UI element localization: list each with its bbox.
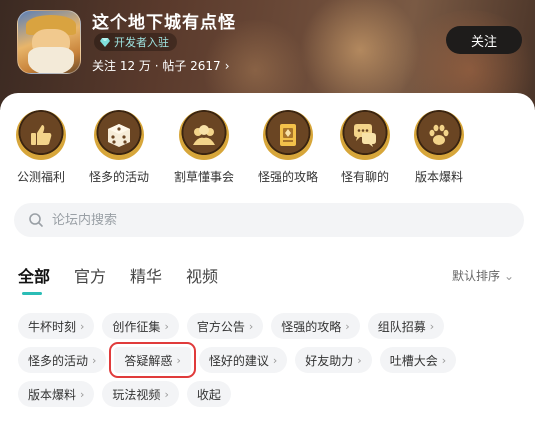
tag-label: 怪强的攻略 [281, 319, 342, 334]
tag-filter-list: 牛杯时刻 › 创作征集 › 官方公告 › 怪强的攻略 › 组队招募 › 怪多的活动 › 答疑… [18, 313, 528, 415]
chevron-right-icon: › [164, 319, 169, 333]
tag-chip[interactable]: 官方公告 › [186, 313, 264, 339]
category-label: 怪多的活动 [88, 170, 149, 184]
tag-label: 玩法视频 [112, 387, 161, 402]
chevron-right-icon: › [92, 353, 97, 367]
tag-label: 组队招募 [377, 319, 426, 334]
tab-video[interactable]: 视频 [186, 263, 218, 287]
paw-icon [429, 124, 449, 145]
tag-label: 好友助力 [305, 353, 354, 368]
tag-chip[interactable]: 怪强的攻略 › [271, 313, 360, 339]
chevron-right-icon: › [248, 319, 254, 333]
tag-chip[interactable]: 好友助力 › [295, 347, 372, 373]
category-row: 公测福利 怪多的活动 割草懂事会 怪强的攻略 怪有聊的 版本爆料 [0, 110, 535, 190]
thumbs-up-icon [31, 125, 52, 145]
tag-label: 版本爆料 [28, 387, 77, 402]
chevron-right-icon: › [429, 319, 435, 333]
sort-dropdown[interactable]: 默认排序 ⌄ [452, 267, 514, 284]
tag-label: 怪多的活动 [28, 353, 89, 368]
category-item-council[interactable]: 割草懂事会 [168, 110, 240, 185]
tab-all[interactable]: 全部 [18, 263, 50, 295]
tag-label: 答疑解惑 [124, 353, 173, 368]
chevron-right-icon: › [176, 353, 181, 367]
content-tabs: 全部 官方 精华 视频 [18, 263, 242, 295]
chevron-right-icon: › [441, 353, 447, 367]
game-title: 这个地下城有点怪 [92, 13, 236, 33]
chevron-right-icon: › [345, 319, 350, 333]
search-input[interactable] [52, 212, 472, 228]
chevron-right-icon: › [357, 353, 362, 367]
tag-row: 牛杯时刻 › 创作征集 › 官方公告 › 怪强的攻略 › 组队招募 › [18, 313, 528, 339]
tag-row: 版本爆料 › 玩法视频 › 收起 [18, 381, 528, 407]
category-label: 怪强的攻略 [257, 170, 318, 184]
forum-stats[interactable]: 关注 12 万 · 帖子 2617 › [92, 57, 230, 74]
tag-chip[interactable]: 牛杯时刻 › [18, 313, 95, 339]
search-icon [29, 213, 43, 227]
tag-label: 怪好的建议 [208, 353, 269, 368]
tag-label: 牛杯时刻 [28, 319, 77, 334]
category-item-benefits[interactable]: 公测福利 [5, 110, 77, 185]
tag-label: 创作征集 [112, 319, 161, 334]
tag-chip[interactable]: 怪多的活动 › [18, 347, 107, 373]
tag-label: 吐槽大会 [389, 353, 438, 368]
chevron-right-icon: › [224, 58, 230, 73]
tag-chip[interactable]: 创作征集 › [102, 313, 179, 339]
tag-chip[interactable]: 玩法视频 › [102, 381, 179, 407]
developer-badge-label: 开发者入驻 [114, 36, 169, 49]
tag-chip[interactable]: 版本爆料 › [18, 381, 95, 407]
chevron-right-icon: › [80, 387, 85, 401]
group-icon [193, 125, 215, 145]
category-item-chat[interactable]: 怪有聊的 [329, 110, 401, 185]
chevron-right-icon: › [80, 319, 85, 333]
tag-chip[interactable]: 组队招募 › [367, 313, 445, 339]
tag-row: 怪多的活动 › 答疑解惑 › 怪好的建议 › 好友助力 › 吐槽大会 › [18, 342, 528, 378]
tag-chip[interactable]: 怪好的建议 › [198, 347, 288, 373]
forum-stats-text: 关注 12 万 · 帖子 2617 [92, 59, 221, 73]
category-label: 版本爆料 [414, 170, 463, 184]
game-app-icon[interactable] [17, 10, 81, 74]
category-item-guides[interactable]: 怪强的攻略 [252, 110, 324, 185]
guide-book-icon [280, 124, 296, 146]
forum-search-bar[interactable] [14, 203, 524, 237]
category-item-activities[interactable]: 怪多的活动 [83, 110, 155, 185]
developer-badge[interactable]: 开发者入驻 [94, 33, 177, 51]
category-label: 公测福利 [16, 170, 65, 184]
category-label: 割草懂事会 [173, 170, 234, 184]
chevron-down-icon: ⌄ [504, 268, 515, 283]
tag-chip[interactable]: 吐槽大会 › [379, 347, 457, 373]
tab-official[interactable]: 官方 [74, 263, 106, 287]
category-item-leaks[interactable]: 版本爆料 [403, 110, 475, 185]
chat-bubble-icon [354, 124, 376, 147]
collapse-tags-button[interactable]: 收起 [186, 381, 231, 407]
chevron-right-icon: › [164, 387, 169, 401]
follow-button[interactable]: 关注 [446, 26, 522, 54]
tab-featured[interactable]: 精华 [130, 263, 162, 287]
tag-label: 官方公告 [196, 319, 245, 334]
dice-icon [108, 124, 130, 147]
tag-chip-highlighted[interactable]: 答疑解惑 › [109, 342, 196, 378]
chevron-right-icon: › [272, 353, 278, 367]
sort-label: 默认排序 [452, 269, 501, 283]
category-label: 怪有聊的 [340, 170, 389, 184]
diamond-icon [100, 38, 110, 47]
